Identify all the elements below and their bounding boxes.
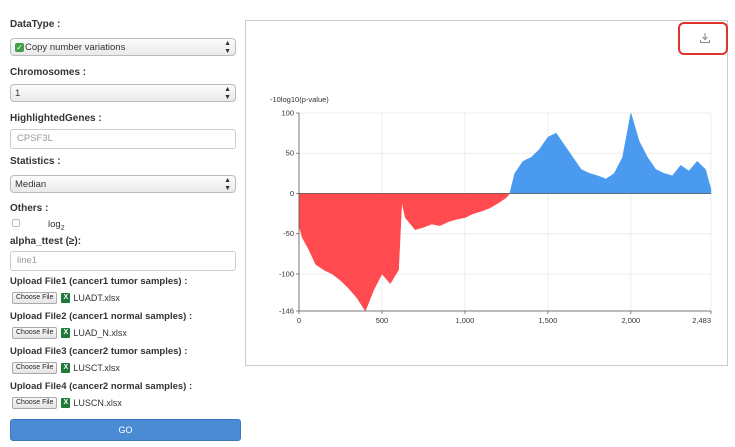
x-tick-label: 1,500 — [539, 316, 558, 325]
x-tick-label: 2,000 — [621, 316, 640, 325]
chart-areas — [298, 112, 712, 312]
y-tick-label: 100 — [281, 109, 294, 118]
x-tick-label: 0 — [297, 316, 301, 325]
y-tick-label: -146 — [279, 307, 294, 316]
chart-svg: -10log10(p-value) 0 500 1,000 1,500 2,000 2,4… — [270, 95, 712, 325]
y-tick-label: 50 — [286, 149, 294, 158]
y-tick-label: -50 — [283, 229, 294, 238]
x-tick-label: 2,483 — [692, 316, 711, 325]
y-axis-label: -10log10(p-value) — [270, 95, 329, 104]
y-tick-label: 0 — [290, 189, 294, 198]
x-tick-label: 1,000 — [456, 316, 475, 325]
x-tick-label: 500 — [376, 316, 389, 325]
y-tick-label: -100 — [279, 269, 294, 278]
series-area-0 — [298, 193, 511, 312]
